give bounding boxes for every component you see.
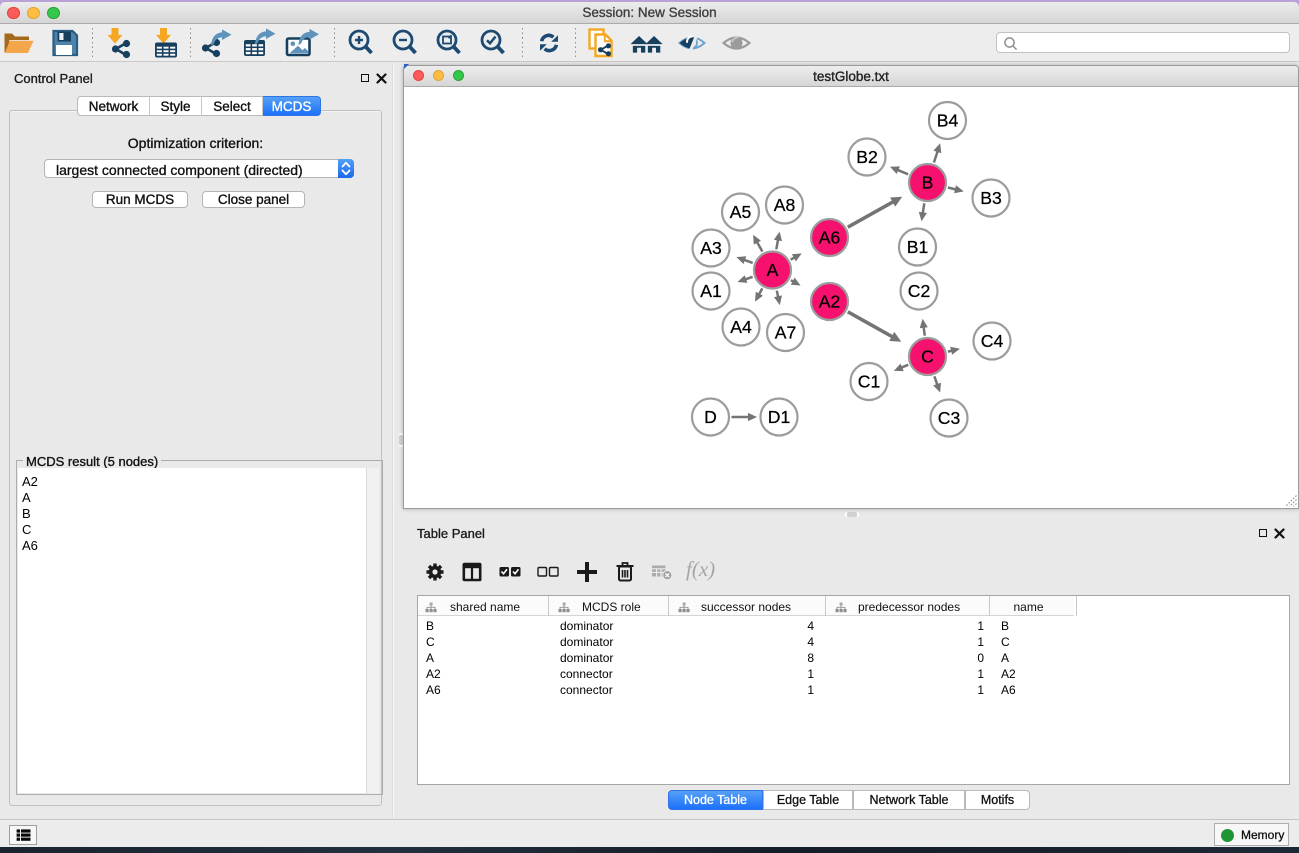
svg-text:A7: A7	[775, 323, 797, 343]
svg-text:C2: C2	[908, 281, 931, 301]
svg-text:A8: A8	[774, 195, 796, 215]
svg-text:A6: A6	[819, 228, 841, 248]
svg-text:B: B	[922, 173, 934, 193]
svg-text:A2: A2	[819, 292, 841, 312]
svg-text:B2: B2	[856, 147, 878, 167]
svg-text:A5: A5	[730, 202, 752, 222]
svg-text:C4: C4	[981, 331, 1004, 351]
svg-text:C1: C1	[858, 372, 881, 392]
svg-text:D1: D1	[768, 407, 791, 427]
svg-text:C: C	[921, 347, 934, 367]
svg-text:B3: B3	[980, 188, 1002, 208]
svg-text:A: A	[767, 260, 779, 280]
svg-text:A3: A3	[700, 238, 722, 258]
svg-text:C3: C3	[938, 408, 961, 428]
svg-text:A4: A4	[730, 317, 752, 337]
svg-text:D: D	[704, 407, 717, 427]
svg-text:A1: A1	[700, 281, 722, 301]
svg-text:B1: B1	[907, 237, 929, 257]
svg-text:B4: B4	[937, 111, 959, 131]
